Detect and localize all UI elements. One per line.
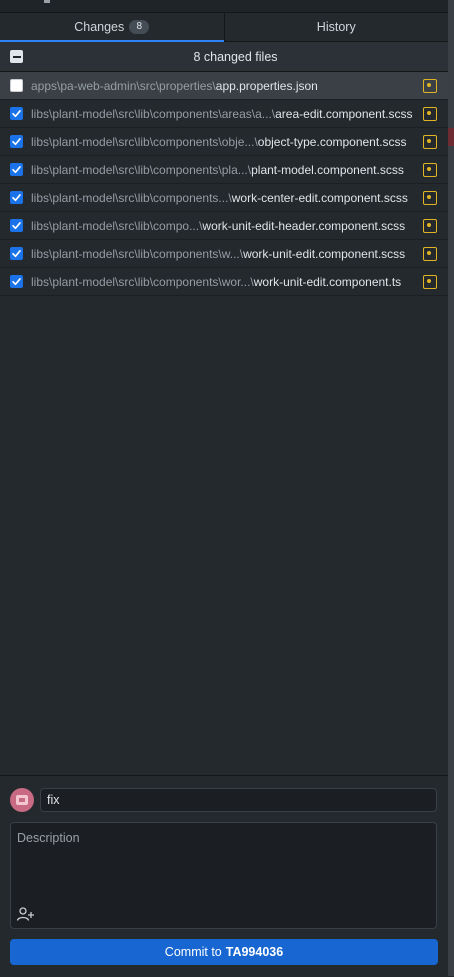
file-name: plant-model.component.scss <box>251 162 404 177</box>
file-name: work-unit-edit.component.scss <box>243 246 406 261</box>
file-name: app.properties.json <box>215 78 318 93</box>
add-coauthor-icon[interactable] <box>16 906 36 922</box>
file-directory: libs\plant-model\src\lib\components\wor.… <box>31 274 254 289</box>
tab-changes-label: Changes <box>74 20 125 34</box>
commit-button[interactable]: Commit to TA994036 <box>10 939 438 965</box>
file-modified-icon <box>423 162 437 177</box>
file-path: libs\plant-model\src\lib\compo...\work-u… <box>31 219 423 233</box>
file-name: area-edit.component.scss <box>275 106 413 121</box>
file-directory: libs\plant-model\src\lib\components\pla.… <box>31 162 252 177</box>
changed-files-count: 8 changed files <box>193 49 278 64</box>
file-modified-icon <box>423 134 437 149</box>
file-name: work-unit-edit-header.component.scss <box>202 218 406 233</box>
file-directory: libs\plant-model\src\lib\compo...\ <box>31 218 203 233</box>
file-directory: apps\pa-web-admin\src\properties\ <box>31 78 216 93</box>
changed-files-list: apps\pa-web-admin\src\properties\app.pro… <box>0 72 448 296</box>
file-include-checkbox[interactable] <box>10 247 23 260</box>
commit-button-prefix: Commit to <box>164 945 222 959</box>
title-fragment <box>44 0 50 3</box>
file-path: libs\plant-model\src\lib\components\w...… <box>31 247 423 261</box>
file-row[interactable]: libs\plant-model\src\lib\components\pla.… <box>0 156 448 184</box>
file-path: libs\plant-model\src\lib\components...\w… <box>31 191 423 205</box>
file-include-checkbox[interactable] <box>10 79 23 92</box>
file-directory: libs\plant-model\src\lib\components...\ <box>31 190 232 205</box>
file-row[interactable]: libs\plant-model\src\lib\components\wor.… <box>0 268 448 296</box>
commit-panel: fix Description Commit to TA994036 <box>0 775 448 977</box>
tab-changes[interactable]: Changes 8 <box>0 13 224 42</box>
file-row[interactable]: libs\plant-model\src\lib\components\obje… <box>0 128 448 156</box>
select-all-checkbox[interactable] <box>10 50 23 63</box>
avatar <box>10 788 34 812</box>
file-include-checkbox[interactable] <box>10 135 23 148</box>
commit-branch-name: TA994036 <box>225 945 284 959</box>
description-placeholder: Description <box>17 831 80 845</box>
file-modified-icon <box>423 78 437 93</box>
file-name: work-unit-edit.component.ts <box>253 274 402 289</box>
changes-header: 8 changed files <box>0 42 448 72</box>
file-path: apps\pa-web-admin\src\properties\app.pro… <box>31 79 423 93</box>
file-include-checkbox[interactable] <box>10 107 23 120</box>
file-modified-icon <box>423 246 437 261</box>
commit-summary-text: fix <box>47 793 60 807</box>
tab-bar: Changes 8 History <box>0 13 448 42</box>
file-modified-icon <box>423 106 437 121</box>
file-path: libs\plant-model\src\lib\components\pla.… <box>31 163 423 177</box>
tab-history-label: History <box>316 20 356 34</box>
file-modified-icon <box>423 274 437 289</box>
file-row[interactable]: libs\plant-model\src\lib\components\w...… <box>0 240 448 268</box>
file-modified-icon <box>423 218 437 233</box>
file-path: libs\plant-model\src\lib\components\obje… <box>31 135 423 149</box>
commit-description-input[interactable]: Description <box>10 822 437 929</box>
file-path: libs\plant-model\src\lib\components\wor.… <box>31 275 423 289</box>
file-row[interactable]: libs\plant-model\src\lib\components\area… <box>0 100 448 128</box>
file-row[interactable]: libs\plant-model\src\lib\compo...\work-u… <box>0 212 448 240</box>
diff-deletion-marker <box>448 128 454 146</box>
file-row[interactable]: apps\pa-web-admin\src\properties\app.pro… <box>0 72 448 100</box>
file-directory: libs\plant-model\src\lib\components\w...… <box>31 246 244 261</box>
file-name: work-center-edit.component.scss <box>231 190 408 205</box>
file-include-checkbox[interactable] <box>10 163 23 176</box>
file-directory: libs\plant-model\src\lib\components\area… <box>31 106 276 121</box>
changes-count-badge: 8 <box>129 20 150 34</box>
file-include-checkbox[interactable] <box>10 219 23 232</box>
tab-history[interactable]: History <box>223 13 449 41</box>
file-path: libs\plant-model\src\lib\components\area… <box>31 107 423 121</box>
file-name: object-type.component.scss <box>257 134 407 149</box>
file-include-checkbox[interactable] <box>10 275 23 288</box>
file-row[interactable]: libs\plant-model\src\lib\components...\w… <box>0 184 448 212</box>
diff-panel-edge <box>448 0 454 976</box>
file-directory: libs\plant-model\src\lib\components\obje… <box>31 134 258 149</box>
title-bar-strip <box>0 0 454 13</box>
commit-summary-input[interactable]: fix <box>40 788 437 812</box>
file-modified-icon <box>423 190 437 205</box>
file-include-checkbox[interactable] <box>10 191 23 204</box>
